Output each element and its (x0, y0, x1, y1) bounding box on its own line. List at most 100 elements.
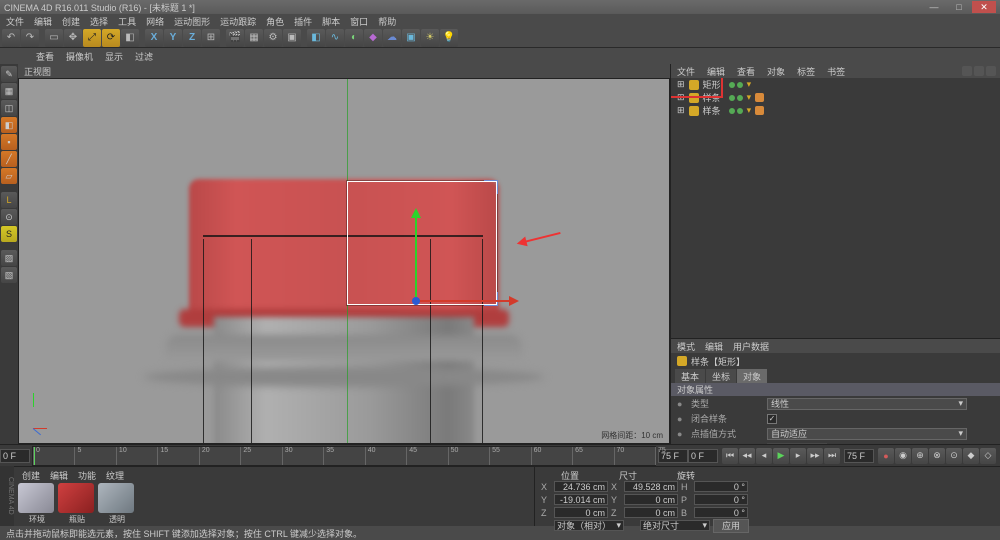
menu-character[interactable]: 角色 (266, 15, 284, 28)
mat-tab-edit[interactable]: 编辑 (50, 469, 68, 481)
y-axis-toggle[interactable]: Y (164, 29, 182, 47)
timeline-start-field[interactable]: 0 F (0, 449, 30, 463)
key-param-icon[interactable]: ◆ (963, 448, 979, 464)
tag-icon[interactable] (755, 106, 764, 115)
tag-icon[interactable] (755, 93, 764, 102)
palette-display[interactable]: 显示 (105, 50, 123, 63)
point-mode-icon[interactable]: ▪ (1, 134, 17, 150)
menu-tools[interactable]: 工具 (118, 15, 136, 28)
material-swatch[interactable]: 瓶贴 (58, 483, 96, 525)
om-tab-objects[interactable]: 对象 (767, 65, 785, 78)
size-field[interactable]: 0 cm (624, 507, 678, 518)
eye-icon[interactable] (974, 66, 984, 76)
next-key-icon[interactable]: ▸▸ (807, 448, 823, 464)
add-cube-icon[interactable]: ◧ (307, 29, 325, 47)
gizmo-y-axis[interactable] (415, 211, 417, 301)
attr-tab-coord[interactable]: 坐标 (706, 369, 736, 383)
attr-tab-object[interactable]: 对象 (737, 369, 767, 383)
palette-view[interactable]: 查看 (36, 50, 54, 63)
attr-tab-userdata[interactable]: 用户数据 (733, 340, 769, 353)
menu-motiontrack[interactable]: 运动跟踪 (220, 15, 256, 28)
menu-mograph[interactable]: 运动图形 (174, 15, 210, 28)
last-tool-icon[interactable]: ◧ (121, 29, 139, 47)
attr-tab-mode[interactable]: 模式 (677, 340, 695, 353)
z-axis-toggle[interactable]: Z (183, 29, 201, 47)
timeline-ruler[interactable]: 051015202530354045505560657075 (32, 446, 656, 466)
attr-tab-edit[interactable]: 编辑 (705, 340, 723, 353)
workplane-x-icon[interactable]: ▨ (1, 250, 17, 266)
om-tab-tags[interactable]: 标签 (797, 65, 815, 78)
size-field[interactable]: 0 cm (624, 494, 678, 505)
add-deformer-icon[interactable]: ◆ (364, 29, 382, 47)
snap-icon[interactable]: ⊙ (1, 209, 17, 225)
rotate-tool-icon[interactable]: ⟳ (102, 29, 120, 47)
mat-tab-tex[interactable]: 纹理 (106, 469, 124, 481)
coord-apply-button[interactable]: 应用 (713, 519, 749, 533)
selection-rectangle[interactable] (347, 181, 497, 305)
render-region-icon[interactable]: ▦ (245, 29, 263, 47)
model-mode-icon[interactable]: ▦ (1, 83, 17, 99)
om-tab-edit[interactable]: 编辑 (707, 65, 725, 78)
menu-script[interactable]: 脚本 (322, 15, 340, 28)
attr-tab-basic[interactable]: 基本 (675, 369, 705, 383)
picture-viewer-icon[interactable]: ▣ (283, 29, 301, 47)
menu-help[interactable]: 帮助 (378, 15, 396, 28)
object-manager[interactable]: ⊞ 矩形 ▾ ⊞ 样条 ▾ ⊞ 样条 ▾ (671, 78, 1000, 338)
rot-field[interactable]: 0 ° (694, 481, 748, 492)
search-icon[interactable] (962, 66, 972, 76)
palette-camera[interactable]: 摄像机 (66, 50, 93, 63)
rot-field[interactable]: 0 ° (694, 507, 748, 518)
prev-key-icon[interactable]: ◂◂ (739, 448, 755, 464)
coord-system-icon[interactable]: ⊞ (202, 29, 220, 47)
make-editable-icon[interactable]: ✎ (1, 66, 17, 82)
gizmo-x-axis[interactable] (416, 300, 516, 302)
visibility-render-dot[interactable] (737, 82, 743, 88)
chevron-down-icon[interactable]: ▾ (747, 92, 752, 103)
object-row[interactable]: ⊞ 样条 ▾ (671, 104, 1000, 117)
x-axis-toggle[interactable]: X (145, 29, 163, 47)
workplane-y-icon[interactable]: ▧ (1, 267, 17, 283)
add-light-icon[interactable]: ☀ (421, 29, 439, 47)
menu-mesh[interactable]: 网络 (146, 15, 164, 28)
count-field[interactable]: 8◂▸ (767, 443, 827, 445)
render-settings-icon[interactable]: ⚙ (264, 29, 282, 47)
key-rot-icon[interactable]: ⊙ (946, 448, 962, 464)
prev-frame-icon[interactable]: ◂ (756, 448, 772, 464)
maximize-button[interactable]: □ (947, 1, 971, 13)
edge-mode-icon[interactable]: ╱ (1, 151, 17, 167)
gizmo-origin[interactable] (412, 297, 420, 305)
key-pla-icon[interactable]: ◇ (980, 448, 996, 464)
minimize-button[interactable]: — (922, 1, 946, 13)
move-tool-icon[interactable]: ✥ (64, 29, 82, 47)
size-field[interactable]: 49.528 cm (624, 481, 678, 492)
content-browser-icon[interactable]: 💡 (440, 29, 458, 47)
timeline-current-field[interactable]: 0 F (688, 449, 718, 463)
goto-start-icon[interactable]: ⏮ (722, 448, 738, 464)
add-generator-icon[interactable]: ◐ (345, 29, 363, 47)
viewport[interactable]: 网格间距：10 cm (18, 78, 670, 444)
pos-field[interactable]: 0 cm (554, 507, 608, 518)
pos-field[interactable]: -19.014 cm (554, 494, 608, 505)
menu-file[interactable]: 文件 (6, 15, 24, 28)
key-pos-icon[interactable]: ⊕ (912, 448, 928, 464)
menu-create[interactable]: 创建 (62, 15, 80, 28)
menu-plugins[interactable]: 插件 (294, 15, 312, 28)
menu-select[interactable]: 选择 (90, 15, 108, 28)
coord-mode-pos[interactable]: 对象（相对）▾ (554, 520, 624, 531)
menu-edit[interactable]: 编辑 (34, 15, 52, 28)
add-environment-icon[interactable]: ☁ (383, 29, 401, 47)
object-name[interactable]: 样条 (703, 104, 721, 117)
coord-mode-size[interactable]: 绝对尺寸▾ (640, 520, 710, 531)
goto-end-icon[interactable]: ⏭ (824, 448, 840, 464)
record-key-icon[interactable]: ● (878, 448, 894, 464)
autokey-icon[interactable]: ◉ (895, 448, 911, 464)
axis-icon[interactable]: L (1, 192, 17, 208)
undo-icon[interactable]: ↶ (2, 29, 20, 47)
chevron-down-icon[interactable]: ▾ (747, 79, 752, 90)
add-spline-icon[interactable]: ∿ (326, 29, 344, 47)
next-frame-icon[interactable]: ▸ (790, 448, 806, 464)
add-camera-icon[interactable]: ▣ (402, 29, 420, 47)
key-scale-icon[interactable]: ⊗ (929, 448, 945, 464)
material-swatch[interactable]: 环境 (18, 483, 56, 525)
scale-tool-icon[interactable]: ⤢ (83, 29, 101, 47)
